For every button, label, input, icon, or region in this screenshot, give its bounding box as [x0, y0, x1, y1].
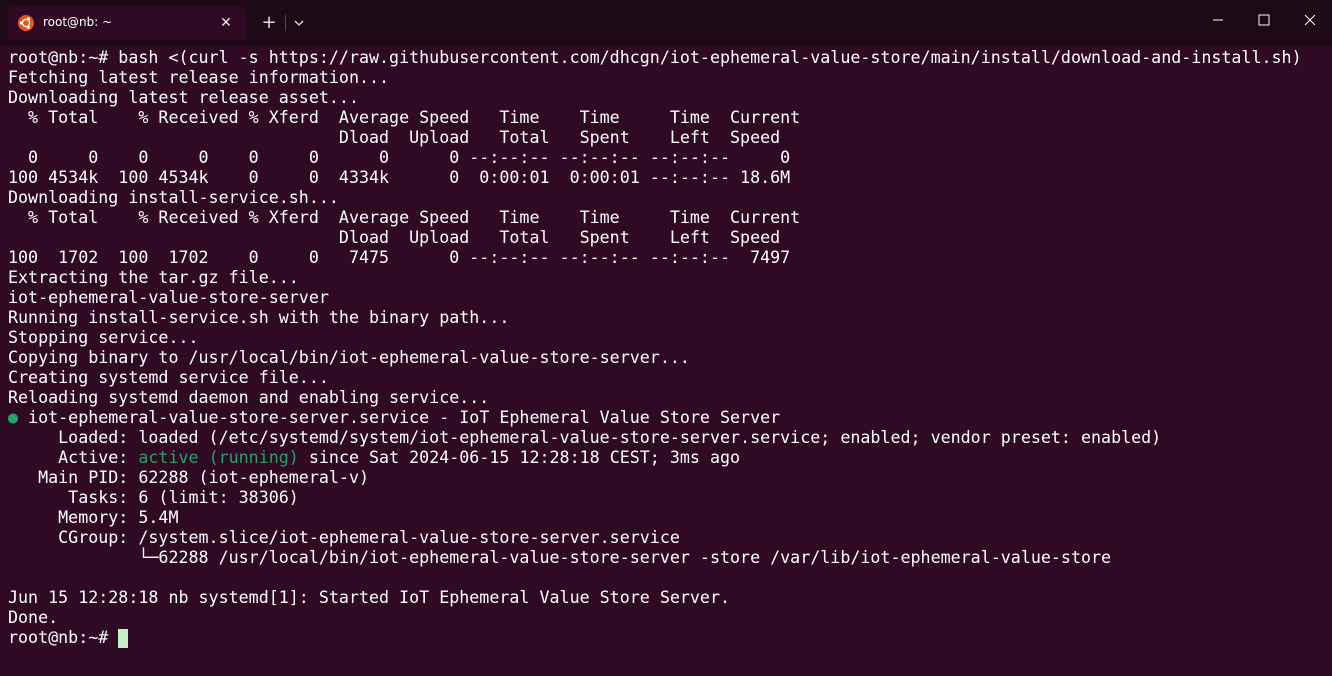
- ubuntu-logo-icon: [18, 15, 34, 31]
- terminal-line: 100 1702 100 1702 0 0 7475 0 --:--:-- --…: [8, 248, 791, 267]
- terminal-line: Dload Upload Total Spent Left Speed: [8, 128, 781, 147]
- service-status-line: ● iot-ephemeral-value-store-server.servi…: [8, 408, 780, 428]
- terminal-line: Reloading systemd daemon and enabling se…: [8, 388, 490, 407]
- terminal-line: % Total % Received % Xferd Average Speed…: [8, 208, 801, 227]
- terminal-line: Copying binary to /usr/local/bin/iot-eph…: [8, 348, 690, 367]
- plus-icon[interactable]: +: [258, 12, 280, 34]
- terminal-line: 0 0 0 0 0 0 0 0 --:--:-- --:--:-- --:--:…: [8, 148, 791, 167]
- service-detail-line: └─62288 /usr/local/bin/iot-ephemeral-val…: [8, 548, 1112, 567]
- text-cursor[interactable]: [118, 629, 128, 648]
- terminal-line: Downloading latest release asset...: [8, 88, 359, 107]
- tab-title: root@nb: ~: [43, 15, 113, 29]
- done-line: Done.: [8, 608, 59, 627]
- terminal-output[interactable]: root@nb:~# bash <(curl -s https://raw.gi…: [0, 46, 1332, 676]
- terminal-line: % Total % Received % Xferd Average Speed…: [8, 108, 801, 127]
- active-since: since Sat 2024-06-15 12:28:18 CEST; 3ms …: [298, 448, 741, 467]
- shell-prompt: root@nb:~#: [8, 628, 119, 647]
- maximize-icon[interactable]: [1241, 0, 1287, 40]
- terminal-line: Creating systemd service file...: [8, 368, 329, 387]
- terminal-line: iot-ephemeral-value-store-server: [8, 288, 329, 307]
- service-loaded-line: Loaded: loaded (/etc/systemd/system/iot-…: [8, 428, 1162, 447]
- terminal-line: Running install-service.sh with the bina…: [8, 308, 510, 327]
- tab-divider: [285, 15, 286, 31]
- terminal-line: Extracting the tar.gz file...: [8, 268, 299, 287]
- service-detail-line: CGroup: /system.slice/iot-ephemeral-valu…: [8, 528, 680, 547]
- status-dot-icon: ●: [8, 408, 19, 427]
- minimize-icon[interactable]: [1195, 0, 1241, 40]
- terminal-line: 100 4534k 100 4534k 0 0 4334k 0 0:00:01 …: [8, 168, 791, 187]
- service-active-line: Active: active (running) since Sat 2024-…: [8, 448, 740, 468]
- service-detail-line: Memory: 5.4M: [8, 508, 179, 527]
- terminal-window: root@nb: ~ ✕ + root@nb:~# bash <(curl -s…: [0, 0, 1332, 676]
- terminal-line: Dload Upload Total Spent Left Speed: [8, 228, 781, 247]
- close-icon[interactable]: [1287, 0, 1332, 40]
- service-detail-line: Main PID: 62288 (iot-ephemeral-v): [8, 468, 370, 487]
- close-icon[interactable]: ✕: [216, 13, 236, 33]
- journal-log-line: Jun 15 12:28:18 nb systemd[1]: Started I…: [8, 588, 731, 607]
- active-state: active (running): [138, 448, 299, 467]
- active-label: Active:: [8, 448, 139, 467]
- service-name: iot-ephemeral-value-store-server.service…: [18, 408, 781, 427]
- terminal-line: Fetching latest release information...: [8, 68, 390, 87]
- service-detail-line: Tasks: 6 (limit: 38306): [8, 488, 299, 507]
- terminal-line: Downloading install-service.sh...: [8, 188, 339, 207]
- chevron-down-icon[interactable]: [289, 12, 309, 34]
- terminal-line: Stopping service...: [8, 328, 199, 347]
- tab-root-nb[interactable]: root@nb: ~ ✕: [8, 6, 246, 40]
- terminal-line: root@nb:~# bash <(curl -s https://raw.gi…: [8, 48, 1302, 67]
- title-bar[interactable]: root@nb: ~ ✕ +: [0, 0, 1332, 46]
